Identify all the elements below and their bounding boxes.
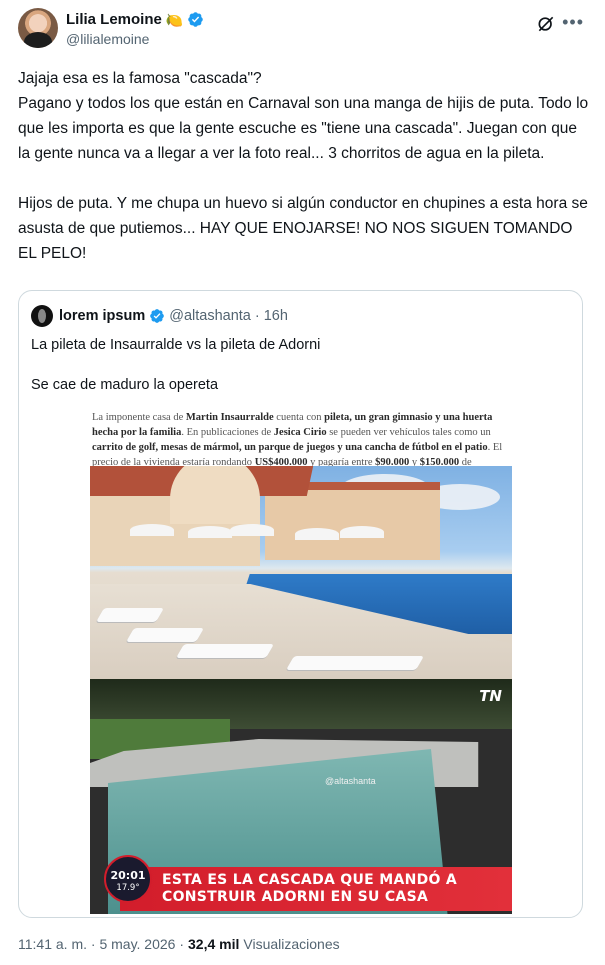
author-avatar[interactable] [18,8,58,48]
tn-channel-logo: TN [479,687,502,705]
quote-name-row: lorem ipsum @altashanta · 16h [59,308,288,324]
views-count: 32,4 mil [188,936,240,952]
tweet-body: Jajaja esa es la famosa "cascada"? Pagan… [18,70,589,262]
news-banner: ESTA ES LA CASCADA QUE MANDÓ A CONSTRUIR … [120,867,512,911]
more-icon[interactable]: ••• [562,12,584,33]
tweet-header: Lilia Lemoine 🍋 @lilialemoine ••• [18,8,588,50]
article-excerpt: La imponente casa de Martin Insaurralde … [92,412,503,483]
author-name[interactable]: Lilia Lemoine [66,11,162,28]
tweet-footer: 11:41 a. m. · 5 may. 2026 · 32,4 mil Vis… [18,936,340,952]
verified-badge-icon [150,309,165,323]
grok-icon[interactable] [536,14,556,34]
author-name-row: Lilia Lemoine 🍋 [66,11,204,28]
mansion-pool-photo [90,466,512,679]
broadcast-clock: 20:01 17.9° [104,855,152,903]
tv-pool-frame: TN @altashanta ESTA ES LA CASCADA QUE MA… [90,679,512,914]
quote-handle: @altashanta [169,308,251,324]
quote-avatar [31,305,53,327]
lemon-emoji: 🍋 [165,11,184,28]
tweet-timestamp[interactable]: 11:41 a. m. · 5 may. 2026 · [18,936,184,952]
quote-time: 16h [263,308,288,324]
views-label: Visualizaciones [243,936,340,952]
quote-separator: · [254,308,260,324]
quote-author-name: lorem ipsum [59,308,146,324]
quote-media-image[interactable]: La imponente casa de Martin Insaurralde … [90,406,512,914]
author-handle[interactable]: @lilialemoine [66,31,149,47]
quote-body: La pileta de Insaurralde vs la pileta de… [31,337,321,393]
quoted-tweet[interactable]: lorem ipsum @altashanta · 16h La pileta … [18,290,583,918]
video-watermark: @altashanta [325,776,376,786]
verified-badge-icon [188,12,204,27]
